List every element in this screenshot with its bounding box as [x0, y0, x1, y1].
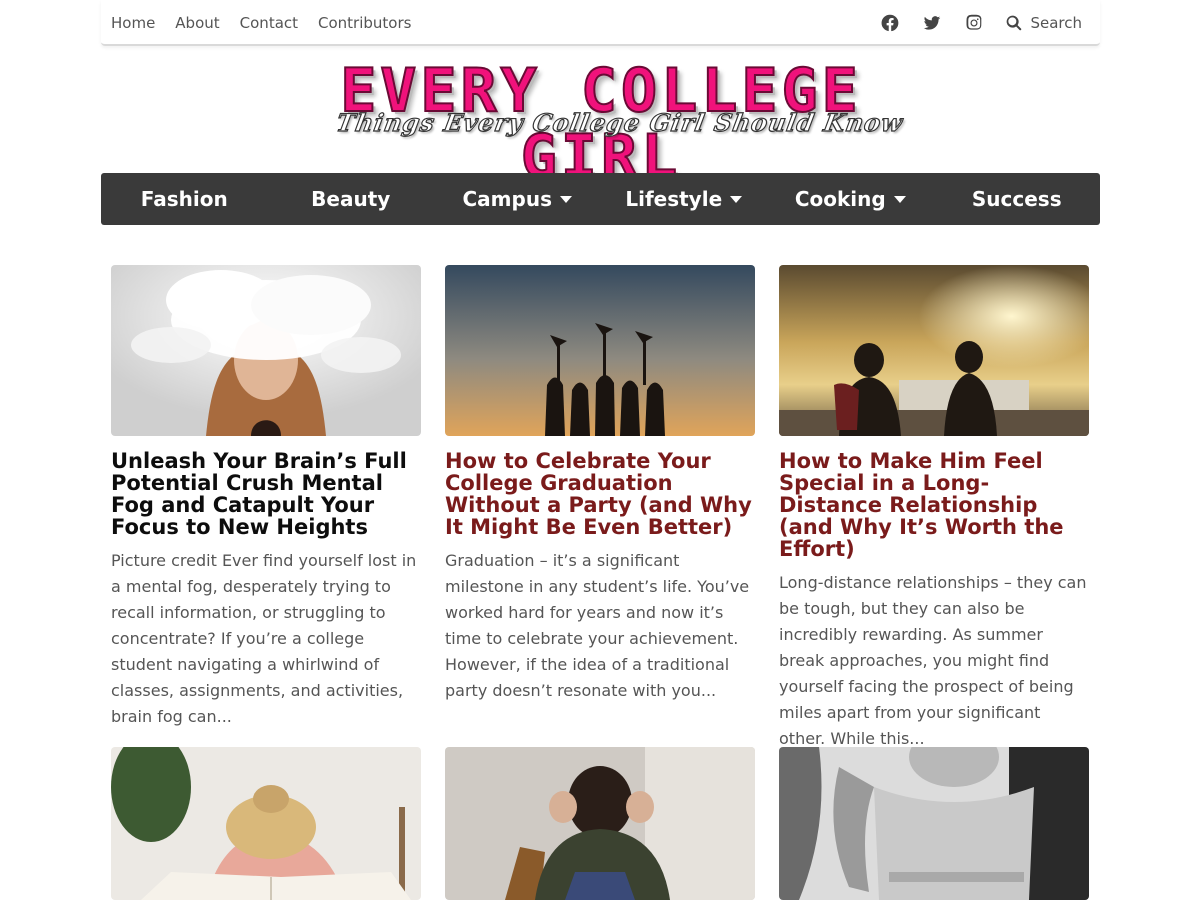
- search-icon: [1007, 15, 1022, 31]
- nav-item-success[interactable]: Success: [934, 173, 1101, 225]
- site-logo[interactable]: EVERY COLLEGE GIRL Things Every College …: [280, 57, 922, 191]
- logo-tagline: Things Every College Girl Should Know: [334, 107, 907, 137]
- nav-item-cooking[interactable]: Cooking: [767, 173, 934, 225]
- article-card: [445, 747, 755, 900]
- article-card: How to Celebrate Your College Graduation…: [445, 265, 755, 704]
- top-nav-about[interactable]: About: [175, 13, 219, 33]
- top-nav: Home About Contact Contributors: [111, 13, 411, 33]
- article-title[interactable]: How to Make Him Feel Special in a Long-D…: [779, 450, 1089, 560]
- search-label: Search: [1030, 14, 1082, 32]
- search-button[interactable]: Search: [1006, 14, 1082, 32]
- article-thumbnail[interactable]: [445, 265, 755, 436]
- caret-down-icon: [893, 195, 906, 203]
- article-thumbnail[interactable]: [111, 265, 421, 436]
- nav-item-label: Lifestyle: [625, 187, 723, 211]
- nav-item-fashion[interactable]: Fashion: [101, 173, 268, 225]
- nav-item-label: Campus: [462, 187, 552, 211]
- article-excerpt: Picture credit Ever find yourself lost i…: [111, 551, 417, 726]
- article-card: [111, 747, 421, 900]
- nav-item-beauty[interactable]: Beauty: [268, 173, 435, 225]
- nav-item-label: Success: [971, 187, 1062, 211]
- article-card: Unleash Your Brain’s Full Potential Crus…: [111, 265, 421, 730]
- nav-item-label: Beauty: [311, 187, 391, 211]
- top-right-tools: Search: [858, 12, 1082, 34]
- caret-down-icon: [730, 195, 743, 203]
- facebook-icon[interactable]: [880, 12, 900, 34]
- article-card: [779, 747, 1089, 900]
- article-title[interactable]: Unleash Your Brain’s Full Potential Crus…: [111, 450, 421, 538]
- instagram-icon[interactable]: [964, 12, 984, 34]
- top-nav-home[interactable]: Home: [111, 13, 155, 33]
- article-card: How to Make Him Feel Special in a Long-D…: [779, 265, 1089, 752]
- article-excerpt: Graduation – it’s a significant mileston…: [445, 551, 750, 700]
- nav-item-label: Fashion: [140, 187, 228, 211]
- article-title[interactable]: How to Celebrate Your College Graduation…: [445, 450, 755, 538]
- article-thumbnail[interactable]: [779, 265, 1089, 436]
- article-thumbnail[interactable]: [445, 747, 755, 900]
- nav-item-label: Cooking: [794, 187, 886, 211]
- twitter-icon[interactable]: [922, 12, 942, 34]
- article-excerpt: Long-distance relationships – they can b…: [779, 573, 1087, 748]
- caret-down-icon: [559, 195, 572, 203]
- nav-item-lifestyle[interactable]: Lifestyle: [601, 173, 768, 225]
- article-thumbnail[interactable]: [111, 747, 421, 900]
- article-thumbnail[interactable]: [779, 747, 1089, 900]
- top-bar: Home About Contact Contributors Search: [101, 0, 1100, 46]
- nav-item-campus[interactable]: Campus: [434, 173, 601, 225]
- top-nav-contact[interactable]: Contact: [240, 13, 298, 33]
- main-nav: Fashion Beauty Campus Lifestyle Cooking …: [101, 173, 1100, 225]
- top-nav-contributors[interactable]: Contributors: [318, 13, 411, 33]
